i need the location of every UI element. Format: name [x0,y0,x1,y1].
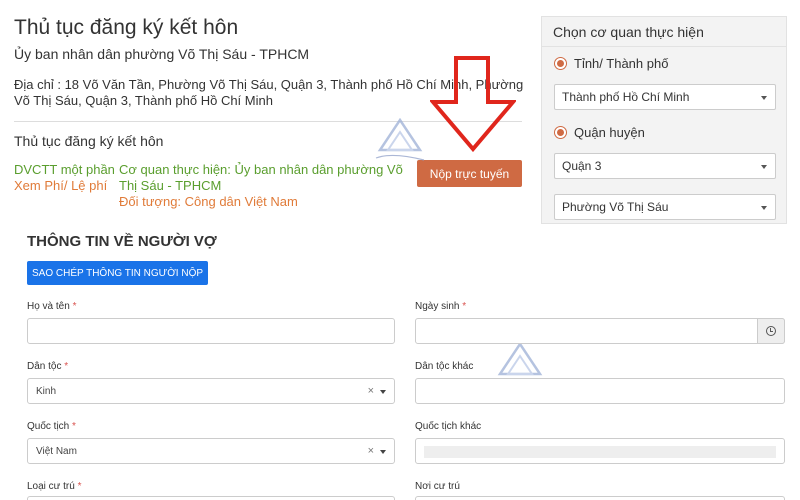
caret-down-icon [761,165,767,169]
disabled-field-fill [424,446,776,458]
ward-select[interactable]: Phường Võ Thị Sáu [554,194,776,220]
ethnicity-select-value: Kinh [36,386,57,397]
province-select-value: Thành phố Hồ Chí Minh [562,90,690,104]
province-select[interactable]: Thành phố Hồ Chí Minh [554,84,776,110]
district-select-value: Quận 3 [562,159,602,173]
submit-online-button[interactable]: Nộp trực tuyến [417,160,522,187]
other-nationality-input [415,438,785,464]
ethnicity-label: Dân tộc * [27,361,69,372]
procedure-title: Thủ tục đăng ký kết hôn [14,133,164,149]
down-arrow-icon [430,56,516,152]
organization-name: Ủy ban nhân dân phường Võ Thị Sáu - TPHC… [14,46,310,62]
other-nationality-label: Quốc tịch khác [415,421,482,432]
ward-select-value: Phường Võ Thị Sáu [562,200,669,214]
district-select[interactable]: Quận 3 [554,153,776,179]
dob-input[interactable] [415,318,785,344]
page-title: Thủ tục đăng ký kết hôn [14,16,239,39]
agency-text: Cơ quan thực hiện: Ủy ban nhân dân phườn… [119,162,403,193]
clear-icon[interactable]: × [368,445,374,457]
date-picker-button[interactable] [757,318,785,344]
watermark-logo-icon [375,118,425,161]
full-name-label: Họ và tên * [27,301,77,312]
district-radio-label: Quận huyện [574,125,645,140]
clock-icon [766,326,776,336]
caret-down-icon [761,96,767,100]
province-radio-label: Tỉnh/ Thành phố [574,56,669,71]
target-text: Đối tượng: Công dân Việt Nam [119,194,298,209]
dob-label: Ngày sinh * [415,301,467,312]
caret-down-icon [761,206,767,210]
form-title: THÔNG TIN VỀ NGƯỜI VỢ [27,233,217,250]
nationality-select-value: Việt Nam [36,446,77,457]
radio-selected-icon[interactable] [554,57,567,70]
caret-down-icon [380,450,386,454]
caret-down-icon [380,390,386,394]
nationality-label: Quốc tịch * [27,421,76,432]
residence-type-label: Loại cư trú * [27,481,82,492]
panel-title: Chọn cơ quan thực hiện [542,17,786,47]
other-ethnicity-input[interactable] [415,378,785,404]
district-radio[interactable]: Quận huyện [554,125,645,140]
copy-submitter-info-button[interactable]: SAO CHÉP THÔNG TIN NGƯỜI NỘP [27,261,208,285]
ethnicity-select[interactable]: Kinh × [27,378,395,404]
full-name-input[interactable] [27,318,395,344]
radio-selected-icon[interactable] [554,126,567,139]
other-ethnicity-label: Dân tộc khác [415,361,474,372]
clear-icon[interactable]: × [368,385,374,397]
agency-selector-panel: Chọn cơ quan thực hiện Tỉnh/ Thành phố T… [541,16,787,224]
residence-type-select[interactable] [27,496,395,500]
dvctt-label: DVCTT một phần [14,162,115,177]
residence-place-input[interactable] [415,496,785,500]
residence-place-label: Nơi cư trú [415,481,460,492]
province-radio[interactable]: Tỉnh/ Thành phố [554,56,668,71]
nationality-select[interactable]: Việt Nam × [27,438,395,464]
fee-link[interactable]: Xem Phí/ Lệ phí [14,178,107,193]
